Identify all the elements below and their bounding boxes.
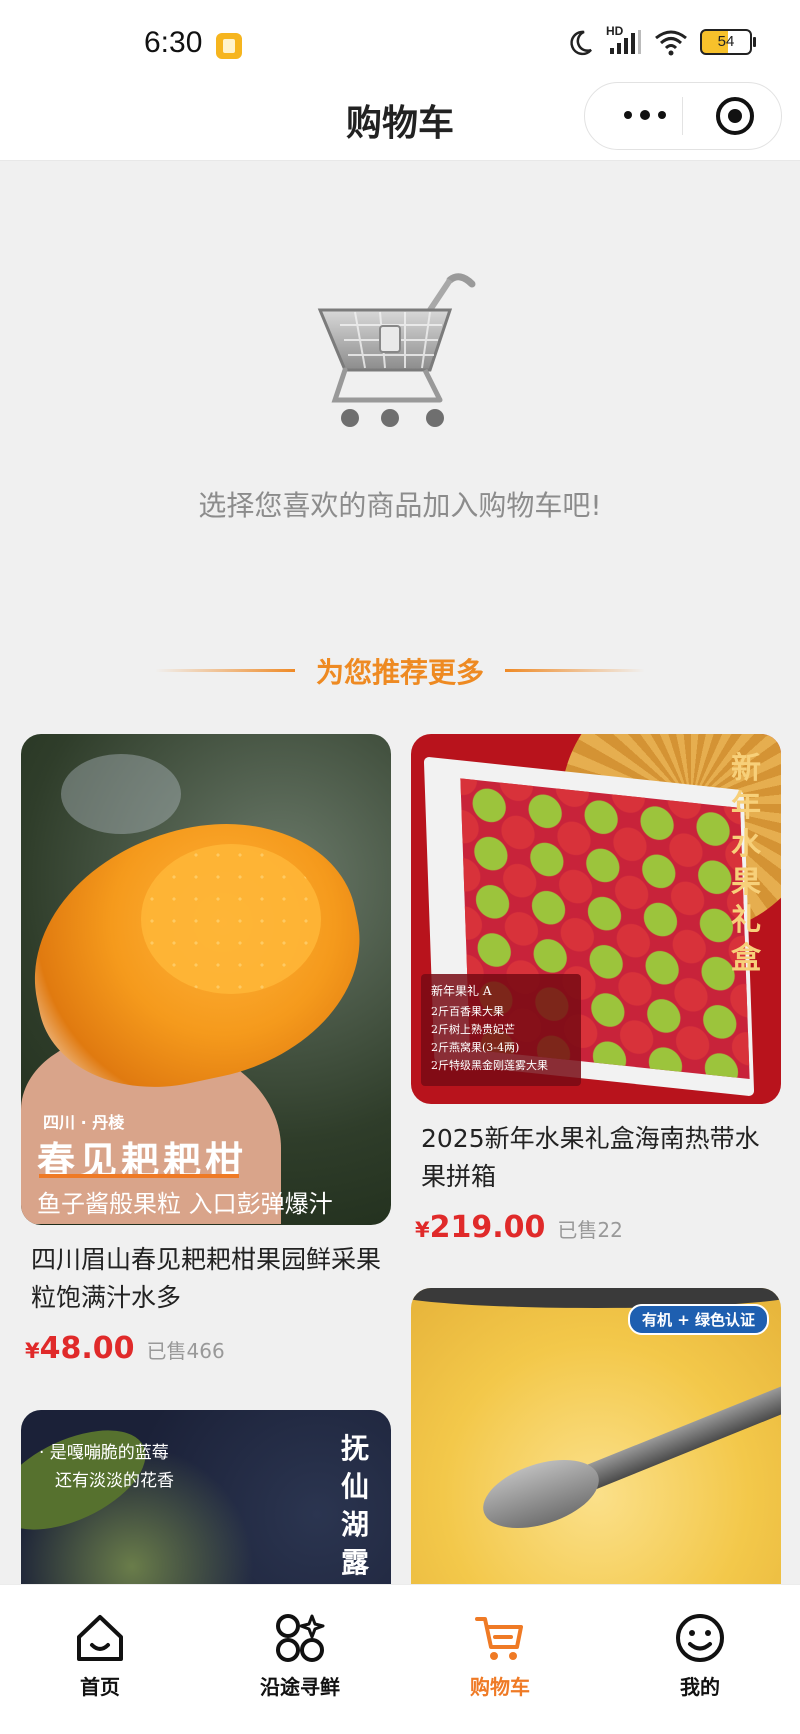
- status-time: 6:30: [144, 26, 203, 59]
- notification-app-icon: [216, 33, 242, 59]
- image-underline: [39, 1174, 239, 1178]
- smile-icon: [676, 1614, 724, 1662]
- certification-badge: 有机 + 绿色认证: [627, 1304, 769, 1335]
- more-options-button[interactable]: [615, 103, 675, 127]
- currency-symbol: ¥: [415, 1218, 430, 1242]
- product-card[interactable]: 四川 · 丹棱 春见耙耙柑 鱼子酱般果粒 入口彭弹爆汁 四川眉山春见耙耙柑果园鲜…: [21, 734, 391, 1366]
- battery-indicator: 54: [700, 29, 756, 55]
- orange-segments: [141, 844, 321, 994]
- blur-highlight: [61, 754, 181, 834]
- image-tagline: 鱼子酱般果粒 入口彭弹爆汁: [37, 1190, 333, 1218]
- product-price: 48.00: [39, 1331, 135, 1366]
- home-icon: [77, 1615, 123, 1661]
- tab-explore[interactable]: 沿途寻鲜: [230, 1611, 370, 1700]
- spoon-bowl: [474, 1446, 608, 1542]
- vertical-title: 抚仙湖露天: [341, 1432, 370, 1579]
- image-line: · 是嘎嘣脆的蓝莓: [39, 1443, 169, 1463]
- image-line: 还有淡淡的花香: [55, 1471, 174, 1491]
- product-price-row: ¥ 219.00 已售22: [411, 1210, 781, 1245]
- box-label-item: 2斤树上熟贵妃芒: [431, 1023, 515, 1036]
- tab-label: 我的: [680, 1675, 720, 1699]
- nav-bar: 购物车: [0, 82, 800, 161]
- cart-icon: [475, 1617, 523, 1660]
- box-label-card: 新年果礼 A 2斤百香果大果 2斤树上熟贵妃芒 2斤燕窝果(3-4两) 2斤特级…: [421, 974, 581, 1086]
- bottom-tab-bar: 首页 沿途寻鲜 购物车 我的: [0, 1584, 800, 1734]
- capsule-divider: [682, 97, 683, 135]
- status-icons: HD 54: [566, 24, 756, 56]
- empty-cart-illustration: [317, 273, 476, 427]
- wifi-icon: [655, 30, 687, 56]
- product-title[interactable]: 四川眉山春见耙耙柑果园鲜采果粒饱满汁水多: [21, 1241, 391, 1317]
- product-title[interactable]: 2025新年水果礼盒海南热带水果拼箱: [411, 1120, 781, 1196]
- miniprogram-capsule: [584, 82, 782, 150]
- box-label-title: 新年果礼 A: [431, 984, 492, 998]
- box-label-item: 2斤百香果大果: [431, 1005, 504, 1018]
- recommend-heading: 为您推荐更多: [0, 651, 800, 691]
- product-image[interactable]: 四川 · 丹棱 春见耙耙柑 鱼子酱般果粒 入口彭弹爆汁: [21, 734, 391, 1225]
- product-card[interactable]: 新年果礼 A 2斤百香果大果 2斤树上熟贵妃芒 2斤燕窝果(3-4两) 2斤特级…: [411, 734, 781, 1245]
- vertical-title: 新年水果礼盒: [731, 751, 761, 976]
- product-price-row: ¥ 48.00 已售466: [21, 1331, 391, 1366]
- grid-icon: [276, 1614, 325, 1662]
- moon-icon: [570, 30, 592, 56]
- close-miniprogram-button[interactable]: [716, 97, 754, 135]
- product-card[interactable]: · 是嘎嘣脆的蓝莓 还有淡淡的花香 抚仙湖露天: [21, 1410, 391, 1584]
- tab-profile[interactable]: 我的: [630, 1611, 770, 1700]
- product-card[interactable]: 有机 + 绿色认证: [411, 1288, 781, 1584]
- heading-line-right: [505, 669, 645, 672]
- tab-cart[interactable]: 购物车: [430, 1611, 570, 1700]
- product-image[interactable]: · 是嘎嘣脆的蓝莓 还有淡淡的花香 抚仙湖露天: [21, 1410, 391, 1584]
- empty-cart-message: 选择您喜欢的商品加入购物车吧!: [198, 489, 602, 522]
- sold-count: 已售22: [557, 1218, 623, 1242]
- product-image[interactable]: 新年果礼 A 2斤百香果大果 2斤树上熟贵妃芒 2斤燕窝果(3-4两) 2斤特级…: [411, 734, 781, 1104]
- product-image[interactable]: 有机 + 绿色认证: [411, 1288, 781, 1584]
- product-price: 219.00: [429, 1210, 546, 1245]
- tab-label: 购物车: [470, 1675, 530, 1699]
- box-label-item: 2斤燕窝果(3-4两): [431, 1041, 520, 1054]
- box-label-item: 2斤特级黑金刚莲雾大果: [431, 1059, 548, 1072]
- sold-count: 已售466: [146, 1339, 225, 1363]
- tab-label: 首页: [80, 1675, 120, 1699]
- heading-line-left: [155, 669, 295, 672]
- tab-home[interactable]: 首页: [30, 1611, 170, 1700]
- status-bar: 6:30 HD 54: [0, 0, 800, 92]
- currency-symbol: ¥: [25, 1339, 40, 1363]
- tab-label: 沿途寻鲜: [260, 1675, 340, 1699]
- recommend-heading-text: 为您推荐更多: [315, 656, 484, 689]
- signal-icon: HD: [606, 24, 642, 56]
